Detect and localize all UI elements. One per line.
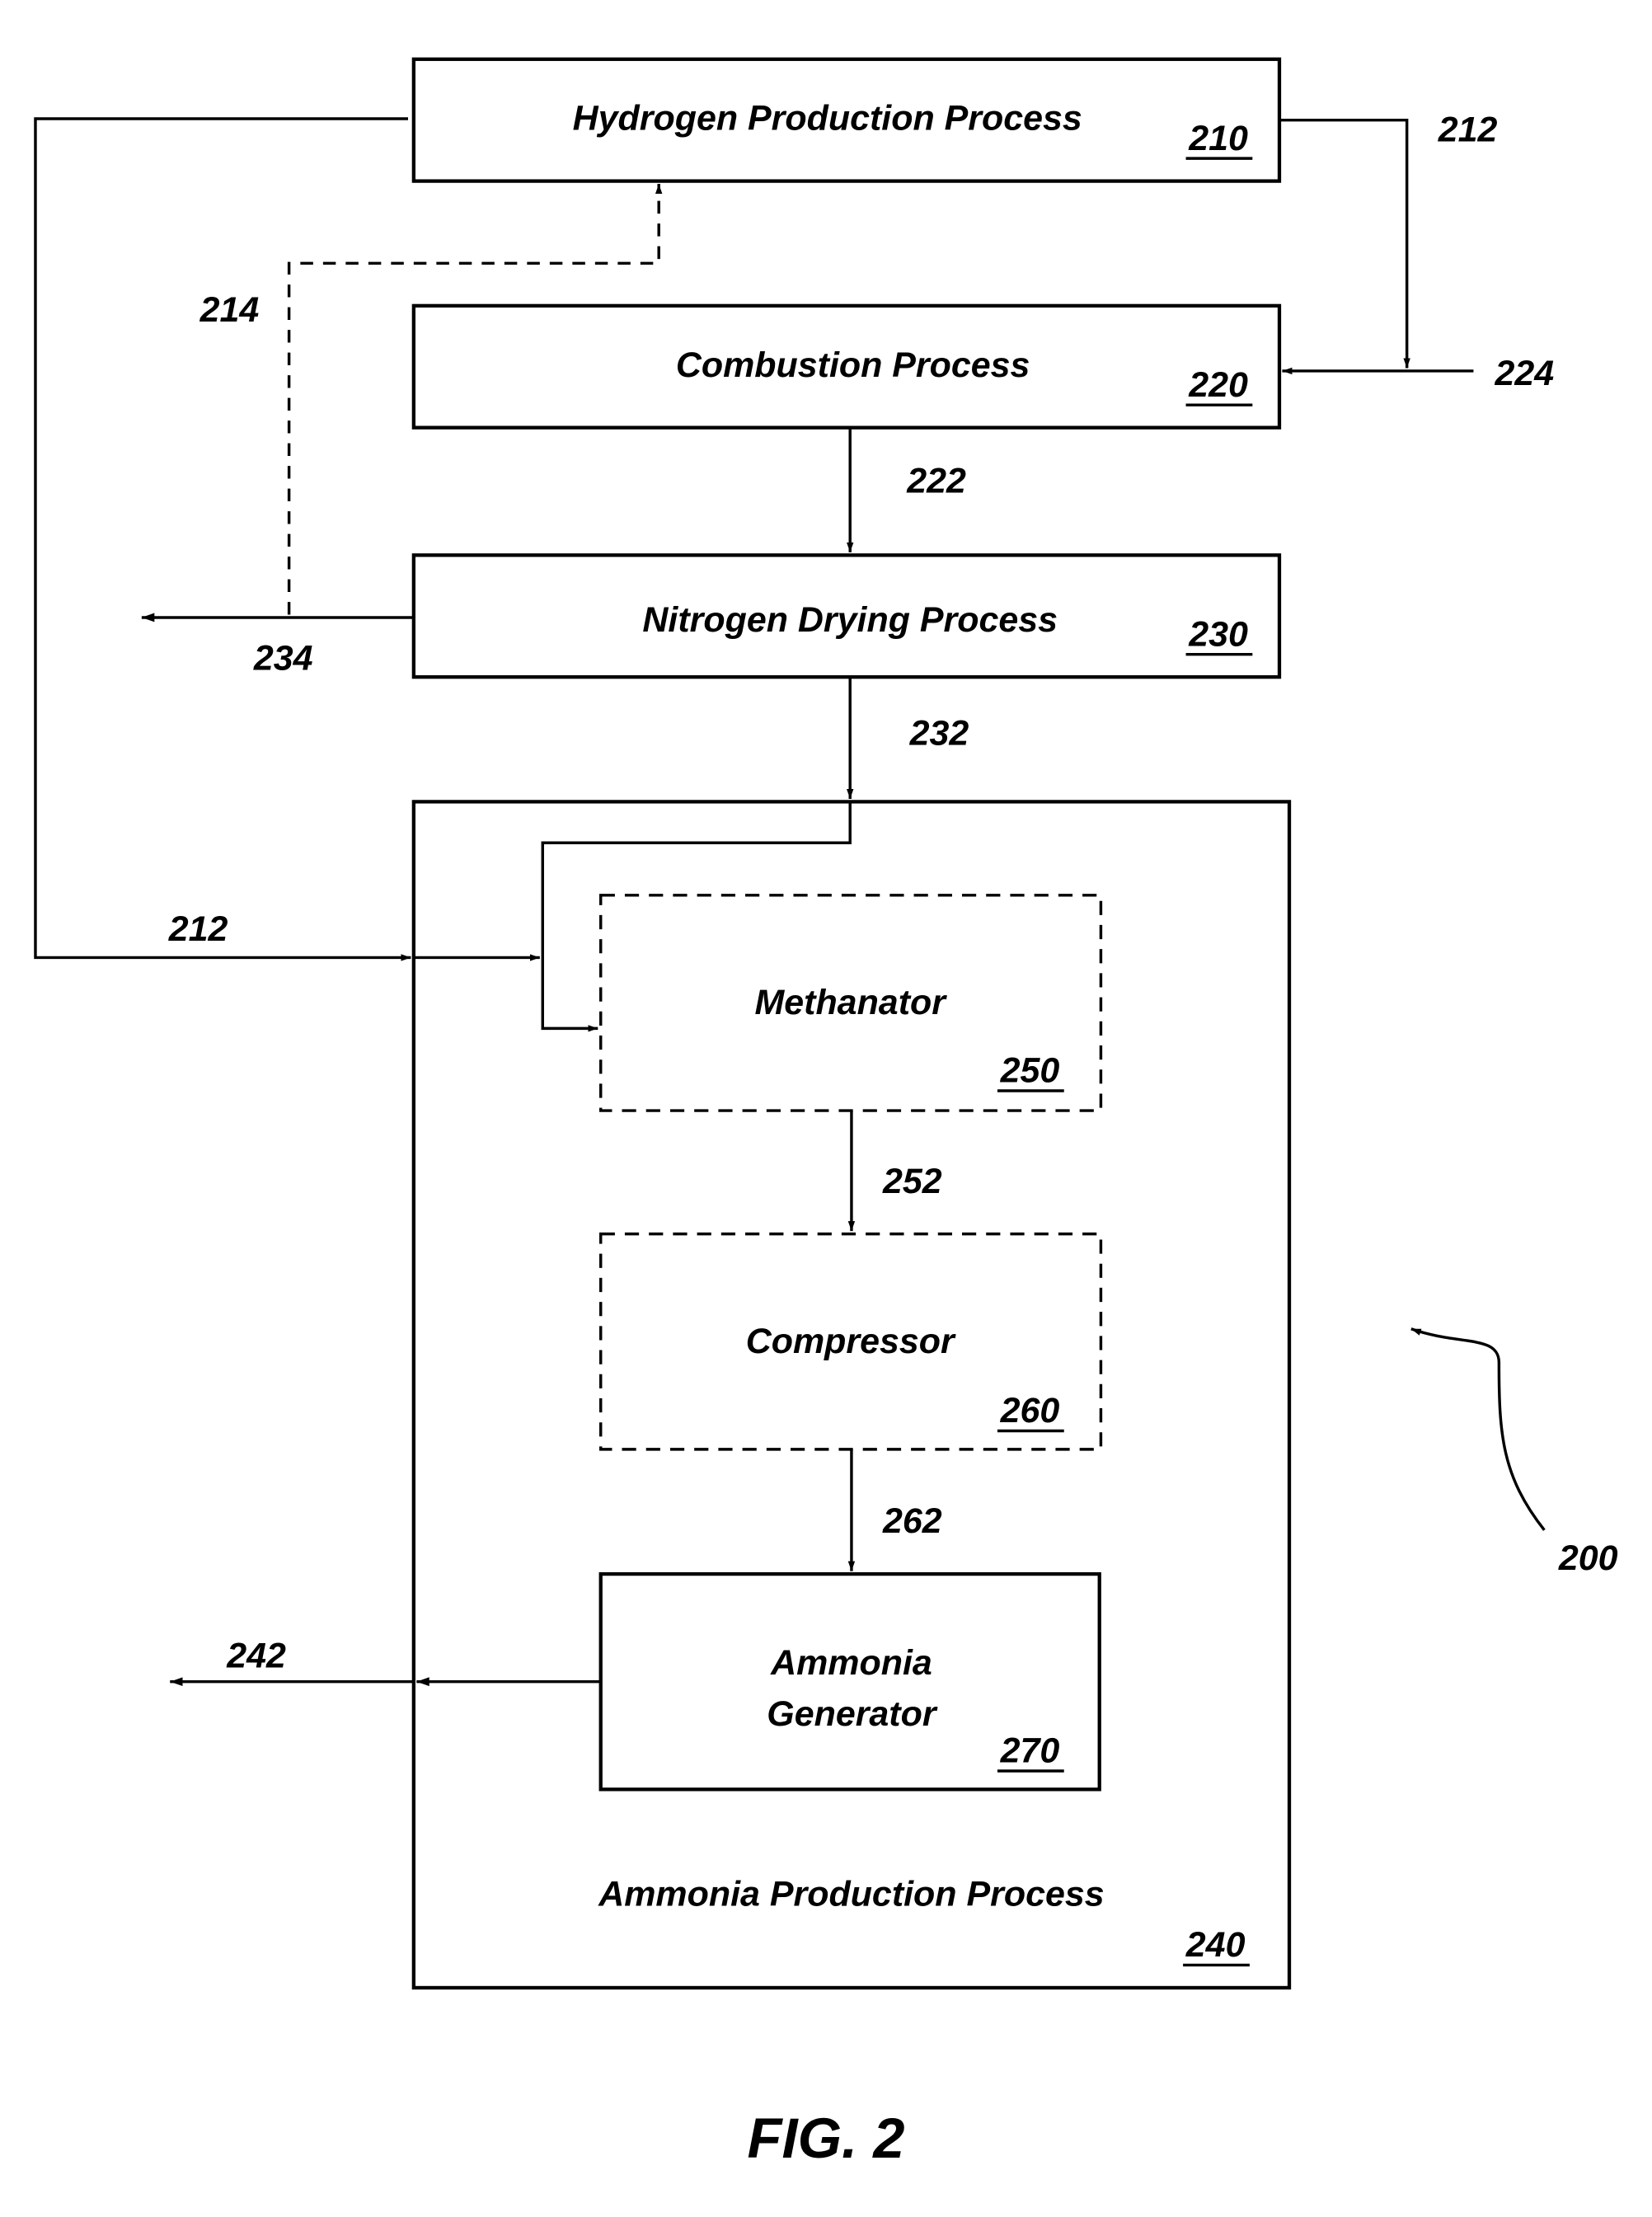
block-ammonia-production-ref: 240: [1185, 1925, 1246, 1965]
stream-252: 252: [847, 1111, 942, 1232]
stream-234-label: 234: [253, 639, 313, 679]
stream-242: 242: [170, 1637, 601, 1687]
block-compressor-ref: 260: [1000, 1391, 1060, 1430]
stream-212-top-label: 212: [1438, 110, 1498, 149]
system-reference-leader: [1410, 1327, 1546, 1531]
stream-252-label: 252: [882, 1162, 942, 1201]
block-methanator: Methanator 250: [599, 894, 1103, 1112]
block-ammonia-production: Ammonia Production Process 240: [411, 800, 1292, 1990]
block-ammonia-production-label: Ammonia Production Process: [598, 1874, 1104, 1914]
block-combustion-ref: 220: [1188, 365, 1248, 405]
block-nitrogen-drying-label: Nitrogen Drying Process: [642, 600, 1058, 640]
stream-212-left-label: 212: [168, 909, 228, 949]
block-hydrogen-production-label: Hydrogen Production Process: [573, 99, 1082, 139]
block-methanator-label: Methanator: [754, 983, 947, 1022]
block-nitrogen-drying: Nitrogen Drying Process 230: [411, 553, 1282, 679]
block-combustion: Combustion Process 220: [411, 303, 1282, 430]
stream-212-top-line: [1279, 118, 1410, 369]
stream-224: 224: [1282, 354, 1554, 393]
stream-224-label: 224: [1494, 354, 1554, 393]
system-reference-label: 200: [1558, 1538, 1618, 1578]
stream-262-label: 262: [882, 1501, 942, 1541]
stream-232: 232: [541, 677, 969, 1032]
system-reference: 200: [1410, 1327, 1618, 1578]
figure-caption: FIG. 2: [748, 2107, 905, 2170]
block-compressor: Compressor 260: [599, 1232, 1103, 1451]
stream-232-label: 232: [909, 714, 969, 754]
block-ammonia-generator: Ammonia Generator 270: [598, 1571, 1101, 1792]
stream-212-left: 212: [34, 117, 540, 961]
block-ammonia-generator-ref: 270: [1000, 1731, 1060, 1771]
process-flow-diagram: Hydrogen Production Process 210 Combusti…: [34, 57, 1618, 2170]
block-hydrogen-production: Hydrogen Production Process 210: [411, 57, 1282, 183]
block-combustion-label: Combustion Process: [676, 345, 1030, 385]
block-ammonia-generator-label-line2: Generator: [767, 1694, 938, 1734]
block-nitrogen-drying-ref: 230: [1188, 614, 1248, 654]
stream-214-label: 214: [199, 290, 260, 330]
stream-262: 262: [847, 1449, 942, 1571]
stream-212-top: 212: [1279, 110, 1498, 369]
block-ammonia-production-frame: [411, 800, 1292, 1990]
stream-214-line: [287, 184, 663, 615]
stream-222-label: 222: [906, 462, 966, 501]
block-ammonia-generator-label-line1: Ammonia: [770, 1643, 932, 1683]
stream-242-label: 242: [226, 1637, 286, 1676]
block-hydrogen-production-ref: 210: [1188, 119, 1248, 158]
stream-212-left-line: [34, 117, 411, 961]
block-compressor-label: Compressor: [746, 1322, 956, 1361]
stream-214: 214: [199, 184, 663, 615]
block-methanator-ref: 250: [1000, 1051, 1060, 1091]
stream-234: 234: [141, 613, 414, 679]
stream-222: 222: [847, 427, 966, 552]
